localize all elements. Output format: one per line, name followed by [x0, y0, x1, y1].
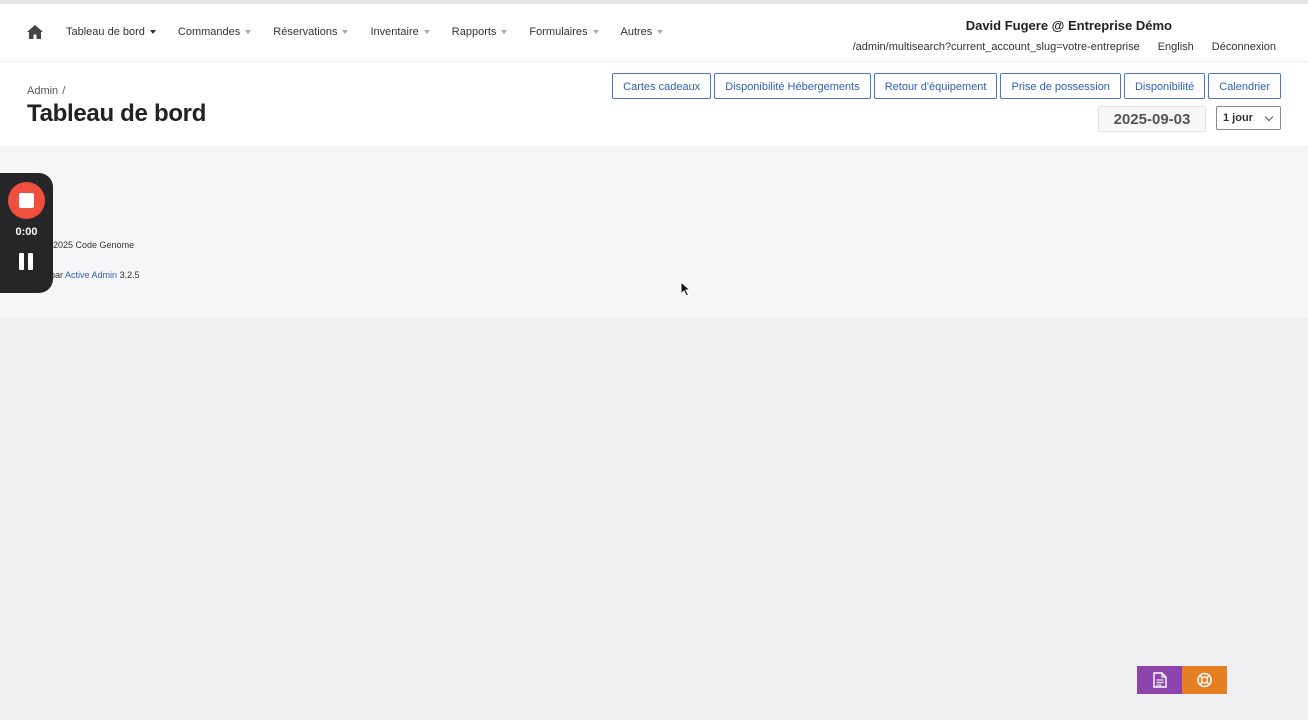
stop-recording-icon[interactable]: [8, 182, 45, 219]
title-bar: Admin / Tableau de bord Cartes cadeaux Di…: [0, 62, 1308, 146]
nav-commandes[interactable]: Commandes: [177, 26, 252, 38]
nav-label: Autres: [620, 26, 653, 38]
date-picker[interactable]: 2025-09-03: [1098, 106, 1206, 132]
lifebuoy-icon: [1197, 672, 1212, 688]
nav-label: Commandes: [177, 26, 241, 38]
lodging-availability-button[interactable]: Disponibilité Hébergements: [714, 73, 871, 99]
language-link[interactable]: English: [1158, 41, 1194, 53]
top-navigation: Tableau de bord Commandes Réservations I…: [0, 0, 1308, 62]
current-user: David Fugere @ Entreprise Démo: [965, 18, 1172, 33]
gift-cards-button[interactable]: Cartes cadeaux: [612, 73, 712, 99]
nav-autres[interactable]: Autres: [621, 26, 664, 38]
document-button[interactable]: [1137, 666, 1182, 694]
caret-down-icon: [423, 30, 430, 34]
nav-tableau-de-bord[interactable]: Tableau de bord: [66, 26, 156, 38]
caret-down-icon: [501, 30, 508, 34]
equipment-return-button[interactable]: Retour d'équipement: [873, 73, 998, 99]
current-path-link[interactable]: /admin/multisearch?current_account_slug=…: [853, 41, 1140, 53]
caret-down-icon: [592, 30, 599, 34]
pause-icon[interactable]: [19, 253, 34, 270]
period-selected-value: 1 jour: [1223, 112, 1253, 124]
footer-powered-by: sé par Active Admin 3.2.5: [38, 270, 140, 280]
active-admin-link[interactable]: Active Admin: [65, 270, 117, 280]
nav-rapports[interactable]: Rapports: [452, 26, 508, 38]
calendar-button[interactable]: Calendrier: [1208, 73, 1281, 99]
breadcrumb-admin[interactable]: Admin: [27, 85, 58, 97]
nav-label: Réservations: [273, 26, 338, 38]
caret-down-icon: [342, 30, 349, 34]
mouse-cursor-icon: [680, 281, 692, 297]
screen-recorder: 0:00: [0, 173, 53, 293]
caret-down-icon: [657, 30, 664, 34]
caret-down-icon: [245, 30, 252, 34]
help-button[interactable]: [1182, 666, 1227, 694]
nav-reservations[interactable]: Réservations: [273, 26, 349, 38]
user-links: /admin/multisearch?current_account_slug=…: [853, 41, 1276, 53]
availability-button[interactable]: Disponibilité: [1123, 73, 1206, 99]
breadcrumb-separator: /: [62, 85, 66, 97]
chevron-down-icon: [1264, 112, 1274, 122]
helper-buttons: [1137, 666, 1227, 694]
home-icon[interactable]: [26, 24, 44, 40]
recording-timer: 0:00: [15, 226, 38, 238]
nav-label: Inventaire: [370, 26, 419, 38]
nav-label: Rapports: [451, 26, 497, 38]
nav-label: Formulaires: [529, 26, 588, 38]
nav-formulaires[interactable]: Formulaires: [529, 26, 599, 38]
main-content: ght 2025 Code Genome sé par Active Admin…: [0, 146, 1308, 318]
powered-version: 3.2.5: [119, 270, 140, 280]
document-icon: [1153, 672, 1167, 688]
page-title: Tableau de bord: [27, 100, 207, 127]
action-items: Cartes cadeaux Disponibilité Hébergement…: [609, 73, 1281, 99]
pickup-button[interactable]: Prise de possession: [1000, 73, 1121, 99]
nav-inventaire[interactable]: Inventaire: [370, 26, 430, 38]
logout-link[interactable]: Déconnexion: [1212, 41, 1276, 53]
period-select[interactable]: 1 jour: [1216, 106, 1281, 130]
caret-down-icon: [149, 30, 156, 34]
main-menu: Tableau de bord Commandes Réservations I…: [66, 26, 685, 38]
nav-label: Tableau de bord: [66, 26, 145, 38]
breadcrumb: Admin /: [27, 85, 65, 97]
